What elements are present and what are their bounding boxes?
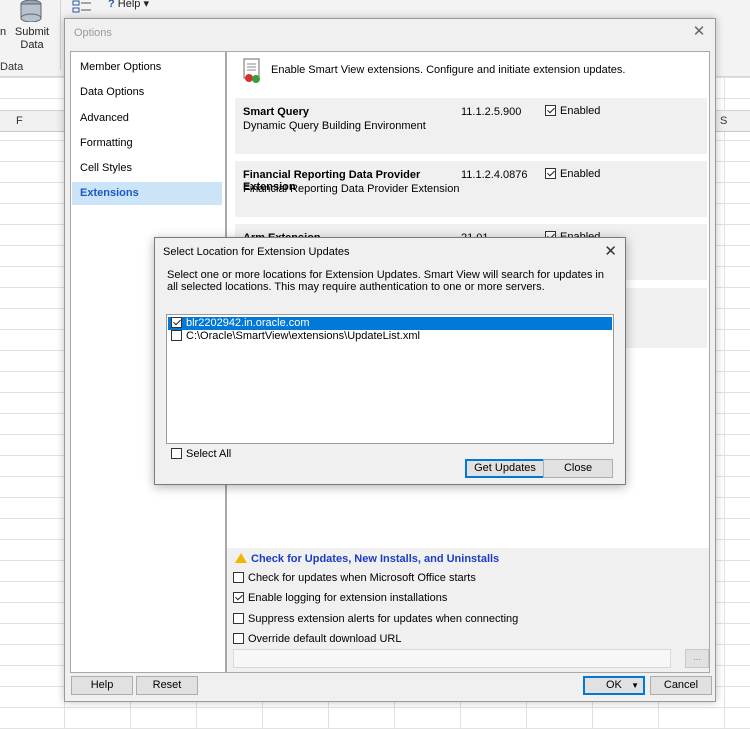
checkbox-icon (233, 633, 244, 644)
close-button[interactable]: Close (543, 459, 613, 478)
extension-description: Dynamic Query Building Environment (243, 120, 426, 132)
extension-version: 11.1.2.5.900 (461, 106, 522, 118)
help-button[interactable]: Help (71, 676, 133, 695)
check-updates-on-start-checkbox[interactable]: Check for updates when Microsoft Office … (233, 572, 476, 584)
select-location-dialog: Select Location for Extension Updates ✕ … (154, 237, 626, 485)
checkbox-icon (545, 105, 556, 116)
nav-item-member-options[interactable]: Member Options (72, 56, 222, 79)
ribbon-fragment: n (0, 26, 7, 38)
enable-logging-checkbox[interactable]: Enable logging for extension installatio… (233, 592, 447, 604)
extension-row[interactable]: Financial Reporting Data Provider Extens… (235, 161, 707, 217)
close-icon[interactable]: ✕ (691, 24, 707, 40)
help-menu[interactable]: ? Help ▾ (108, 0, 149, 10)
location-list[interactable]: blr2202942.in.oracle.com C:\Oracle\Smart… (166, 314, 614, 444)
extension-enabled-toggle[interactable]: Enabled (545, 168, 600, 180)
checkbox-icon (171, 448, 182, 459)
updates-section: Check for Updates, New Installs, and Uni… (227, 548, 709, 672)
extension-document-icon (243, 58, 260, 83)
options-title: Options (74, 27, 112, 39)
checkbox-icon[interactable] (171, 317, 182, 328)
suppress-alerts-checkbox[interactable]: Suppress extension alerts for updates wh… (233, 613, 518, 625)
list-item[interactable]: C:\Oracle\SmartView\extensions\UpdateLis… (168, 330, 612, 343)
warning-icon (235, 553, 247, 563)
override-url-checkbox[interactable]: Override default download URL (233, 633, 401, 645)
extension-description: Financial Reporting Data Provider Extens… (243, 183, 460, 195)
browse-url-button[interactable]: ... (685, 649, 709, 668)
close-icon[interactable]: ✕ (604, 242, 617, 260)
help-icon: ? (108, 0, 115, 10)
column-header-f[interactable]: F (16, 115, 23, 127)
checkbox-icon (233, 592, 244, 603)
cancel-button[interactable]: Cancel (650, 676, 712, 695)
ribbon-group-label: Data (0, 61, 24, 73)
nav-item-cell-styles[interactable]: Cell Styles (72, 157, 222, 180)
list-item[interactable]: blr2202942.in.oracle.com (168, 317, 612, 330)
extension-row[interactable]: Smart Query Dynamic Query Building Envir… (235, 98, 707, 154)
extension-version: 11.1.2.4.0876 (461, 169, 528, 181)
checkbox-icon (545, 168, 556, 179)
database-icon (20, 0, 42, 22)
updates-title: Check for Updates, New Installs, and Uni… (235, 553, 499, 565)
nav-item-data-options[interactable]: Data Options (72, 81, 222, 104)
column-header-s[interactable]: S (720, 115, 727, 127)
extension-enabled-toggle[interactable]: Enabled (545, 105, 600, 117)
dialog-title: Select Location for Extension Updates (163, 246, 350, 258)
nav-item-advanced[interactable]: Advanced (72, 107, 222, 130)
nav-item-formatting[interactable]: Formatting (72, 132, 222, 155)
extensions-header-text: Enable Smart View extensions. Configure … (271, 64, 626, 76)
extension-name: Smart Query (243, 106, 310, 118)
select-all-checkbox[interactable]: Select All (171, 448, 231, 460)
ok-button[interactable]: OK ▼ (583, 676, 645, 695)
grid-icon[interactable] (72, 0, 92, 16)
dialog-description: Select one or more locations for Extensi… (167, 269, 604, 293)
submit-data-button[interactable]: Submit Data (10, 26, 54, 52)
checkbox-icon (233, 613, 244, 624)
get-updates-button[interactable]: Get Updates (465, 459, 545, 478)
download-url-field[interactable] (233, 649, 671, 668)
checkbox-icon[interactable] (171, 330, 182, 341)
ribbon-separator (60, 0, 61, 70)
checkbox-icon (233, 572, 244, 583)
chevron-down-icon[interactable]: ▼ (631, 677, 639, 694)
nav-item-extensions[interactable]: Extensions (72, 182, 222, 205)
reset-button[interactable]: Reset (136, 676, 198, 695)
